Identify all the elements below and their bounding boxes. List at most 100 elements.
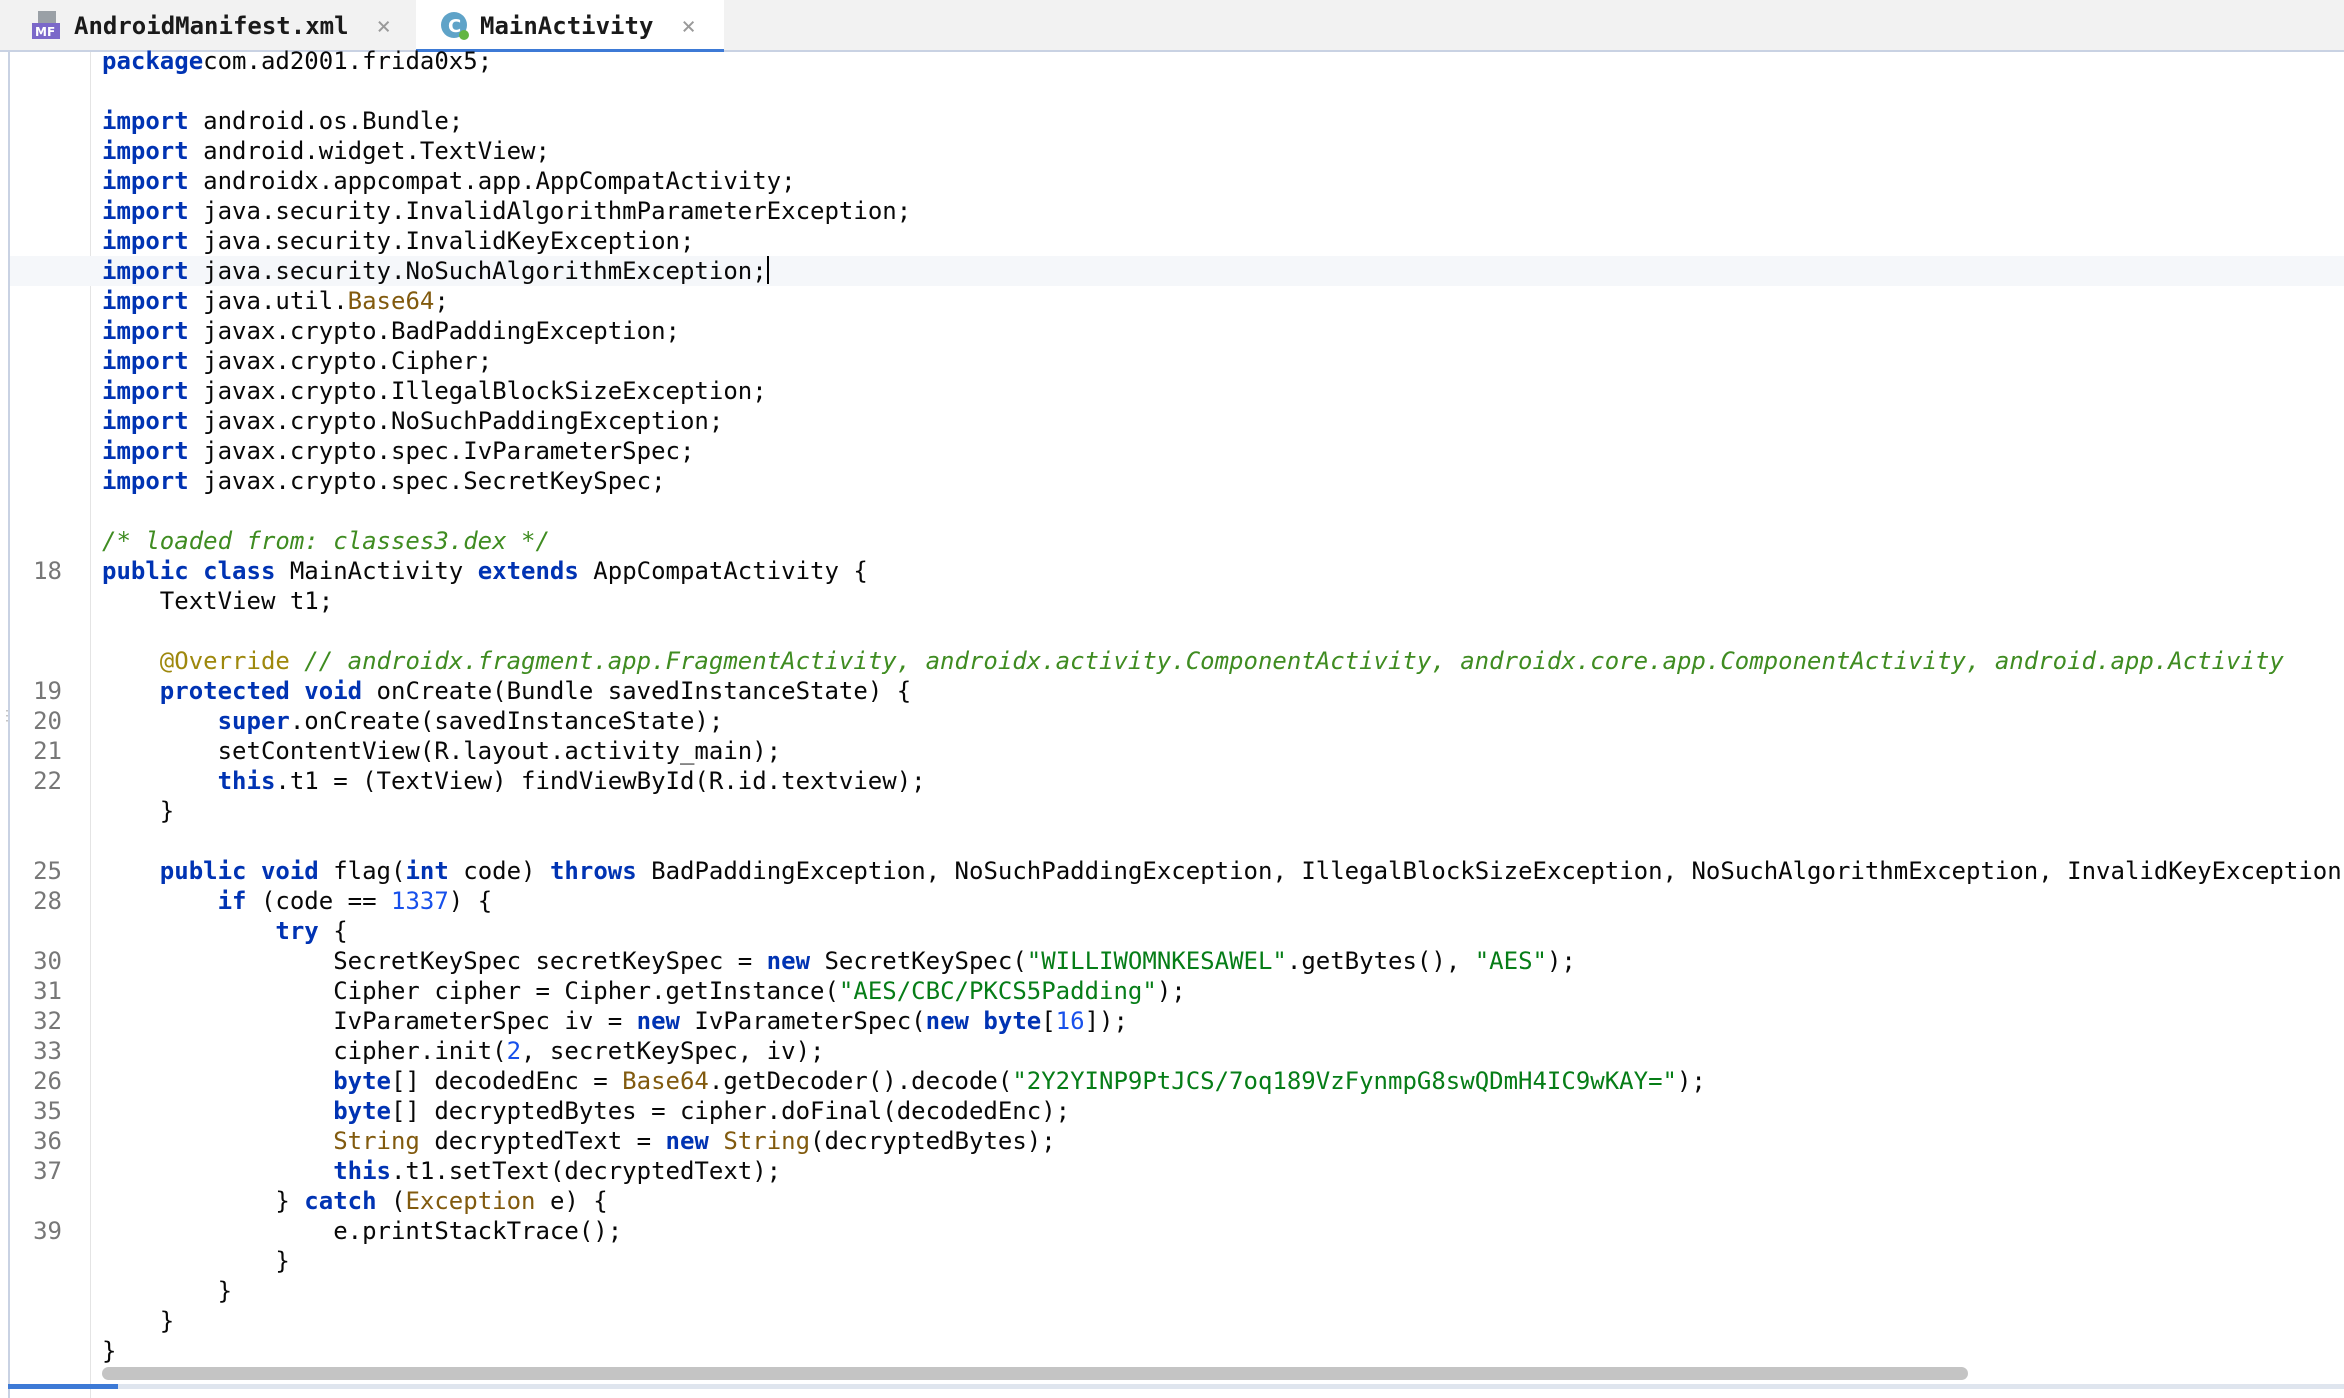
code-line[interactable]: 33 cipher.init(2, secretKeySpec, iv);: [10, 1036, 2344, 1066]
code-editor[interactable]: packagecom.ad2001.frida0x5; import androi…: [8, 47, 2344, 1398]
code-line[interactable]: TextView t1;: [10, 586, 2344, 616]
code-token: }: [102, 1187, 305, 1215]
code-line[interactable]: 28 if (code == 1337) {: [10, 886, 2344, 916]
code-token: javax.crypto.NoSuchPaddingException;: [188, 407, 724, 435]
code-token: }: [102, 1247, 290, 1275]
code-line[interactable]: 22 this.t1 = (TextView) findViewById(R.i…: [10, 766, 2344, 796]
code-line[interactable]: import javax.crypto.Cipher;: [10, 346, 2344, 376]
code-text: import android.os.Bundle;: [102, 106, 463, 136]
line-number: 31: [33, 977, 62, 1005]
code-line[interactable]: 18 public class MainActivity extends AppC…: [10, 556, 2344, 586]
code-line[interactable]: 32 IvParameterSpec iv = new IvParameterS…: [10, 1006, 2344, 1036]
line-number: 30: [33, 947, 62, 975]
line-number: 36: [33, 1127, 62, 1155]
code-line[interactable]: import java.security.InvalidKeyException…: [10, 226, 2344, 256]
code-line[interactable]: 20 super.onCreate(savedInstanceState);: [10, 706, 2344, 736]
close-icon[interactable]: ×: [681, 12, 695, 40]
code-line[interactable]: [10, 616, 2344, 646]
line-number: 33: [33, 1037, 62, 1065]
code-line[interactable]: import javax.crypto.IllegalBlockSizeExce…: [10, 376, 2344, 406]
code-line[interactable]: }: [10, 1276, 2344, 1306]
tab-main-activity[interactable]: C MainActivity ×: [416, 0, 724, 54]
code-line[interactable]: import android.widget.TextView;: [10, 136, 2344, 166]
code-line[interactable]: 36 String decryptedText = new String(dec…: [10, 1126, 2344, 1156]
close-icon[interactable]: ×: [377, 12, 391, 40]
code-line[interactable]: 37 this.t1.setText(decryptedText);: [10, 1156, 2344, 1186]
code-token: [] decryptedBytes = cipher.doFinal(decod…: [390, 1097, 1071, 1125]
code-line[interactable]: import java.security.NoSuchAlgorithmExce…: [10, 256, 2344, 286]
code-token: code): [448, 857, 550, 885]
code-line[interactable]: try {: [10, 916, 2344, 946]
code-line[interactable]: import androidx.appcompat.app.AppCompatA…: [10, 166, 2344, 196]
code-line[interactable]: packagecom.ad2001.frida0x5;: [10, 46, 2344, 76]
code-line[interactable]: 21 setContentView(R.layout.activity_main…: [10, 736, 2344, 766]
code-text: try {: [102, 916, 347, 946]
line-number: 20: [33, 707, 62, 735]
code-text: @Override // androidx.fragment.app.Fragm…: [102, 646, 2284, 676]
code-line[interactable]: }: [10, 1306, 2344, 1336]
tab-android-manifest[interactable]: MF AndroidManifest.xml ×: [32, 0, 402, 52]
code-text: this.t1 = (TextView) findViewById(R.id.t…: [102, 766, 926, 796]
code-token: TextView t1;: [102, 587, 334, 615]
code-token: [] decodedEnc =: [390, 1067, 623, 1095]
code-line[interactable]: }: [10, 796, 2344, 826]
code-token: import: [102, 287, 189, 315]
panel-resize-grip-icon[interactable]: ⋮: [0, 709, 14, 740]
code-text: public class MainActivity extends AppCom…: [102, 556, 868, 586]
line-number: 39: [33, 1217, 62, 1245]
code-token: import: [102, 227, 189, 255]
code-token: javax.crypto.IllegalBlockSizeException;: [188, 377, 767, 405]
code-token: SecretKeySpec secretKeySpec =: [102, 947, 767, 975]
code-token: "2Y2YINP9PtJCS/7oq189VzFynmpG8swQDmH4IC9…: [1012, 1067, 1677, 1095]
code-line[interactable]: }: [10, 1336, 2344, 1366]
code-line[interactable]: 35 byte[] decryptedBytes = cipher.doFina…: [10, 1096, 2344, 1126]
code-line[interactable]: import javax.crypto.BadPaddingException;: [10, 316, 2344, 346]
code-line[interactable]: import java.util.Base64;: [10, 286, 2344, 316]
code-line[interactable]: import android.os.Bundle;: [10, 106, 2344, 136]
code-token: AppCompatActivity {: [578, 557, 868, 585]
code-line[interactable]: 30 SecretKeySpec secretKeySpec = new Sec…: [10, 946, 2344, 976]
editor-tab-bar: MF AndroidManifest.xml × C MainActivity …: [0, 0, 2344, 54]
code-token: public class: [102, 557, 276, 585]
code-line[interactable]: [10, 76, 2344, 106]
code-token: new: [636, 1007, 680, 1035]
code-text: import javax.crypto.spec.SecretKeySpec;: [102, 466, 666, 496]
code-line[interactable]: } catch (Exception e) {: [10, 1186, 2344, 1216]
code-line[interactable]: import java.security.InvalidAlgorithmPar…: [10, 196, 2344, 226]
code-line[interactable]: [10, 496, 2344, 526]
code-token: import: [102, 407, 189, 435]
code-line[interactable]: import javax.crypto.NoSuchPaddingExcepti…: [10, 406, 2344, 436]
code-line[interactable]: 19 protected void onCreate(Bundle savedI…: [10, 676, 2344, 706]
code-token: @Override: [159, 647, 290, 675]
code-line[interactable]: 31 Cipher cipher = Cipher.getInstance("A…: [10, 976, 2344, 1006]
code-text: e.printStackTrace();: [102, 1216, 622, 1246]
code-token: if: [217, 887, 247, 915]
code-token: /* loaded from: classes3.dex */: [102, 527, 550, 555]
code-token: javax.crypto.spec.SecretKeySpec;: [188, 467, 666, 495]
code-token: java.security.NoSuchAlgorithmException;: [188, 257, 767, 285]
code-token: [: [1041, 1007, 1056, 1035]
code-token: .onCreate(savedInstanceState);: [289, 707, 724, 735]
code-token: public void: [159, 857, 319, 885]
code-line[interactable]: import javax.crypto.spec.SecretKeySpec;: [10, 466, 2344, 496]
code-token: try: [275, 917, 319, 945]
code-line[interactable]: 39 e.printStackTrace();: [10, 1216, 2344, 1246]
code-line[interactable]: /* loaded from: classes3.dex */: [10, 526, 2344, 556]
manifest-icon-label: MF: [35, 25, 55, 39]
code-line[interactable]: [10, 826, 2344, 856]
line-number: 25: [33, 857, 62, 885]
code-token: java.security.InvalidAlgorithmParameterE…: [188, 197, 912, 225]
code-line[interactable]: 25 public void flag(int code) throws Bad…: [10, 856, 2344, 886]
horizontal-scrollbar[interactable]: [102, 1367, 1968, 1380]
code-token: );: [1546, 947, 1576, 975]
code-text: SecretKeySpec secretKeySpec = new Secret…: [102, 946, 1576, 976]
code-line[interactable]: @Override // androidx.fragment.app.Fragm…: [10, 646, 2344, 676]
code-line[interactable]: }: [10, 1246, 2344, 1276]
code-line[interactable]: 26 byte[] decodedEnc = Base64.getDecoder…: [10, 1066, 2344, 1096]
code-token: android.os.Bundle;: [188, 107, 464, 135]
code-text: String decryptedText = new String(decryp…: [102, 1126, 1056, 1156]
code-line[interactable]: import javax.crypto.spec.IvParameterSpec…: [10, 436, 2344, 466]
